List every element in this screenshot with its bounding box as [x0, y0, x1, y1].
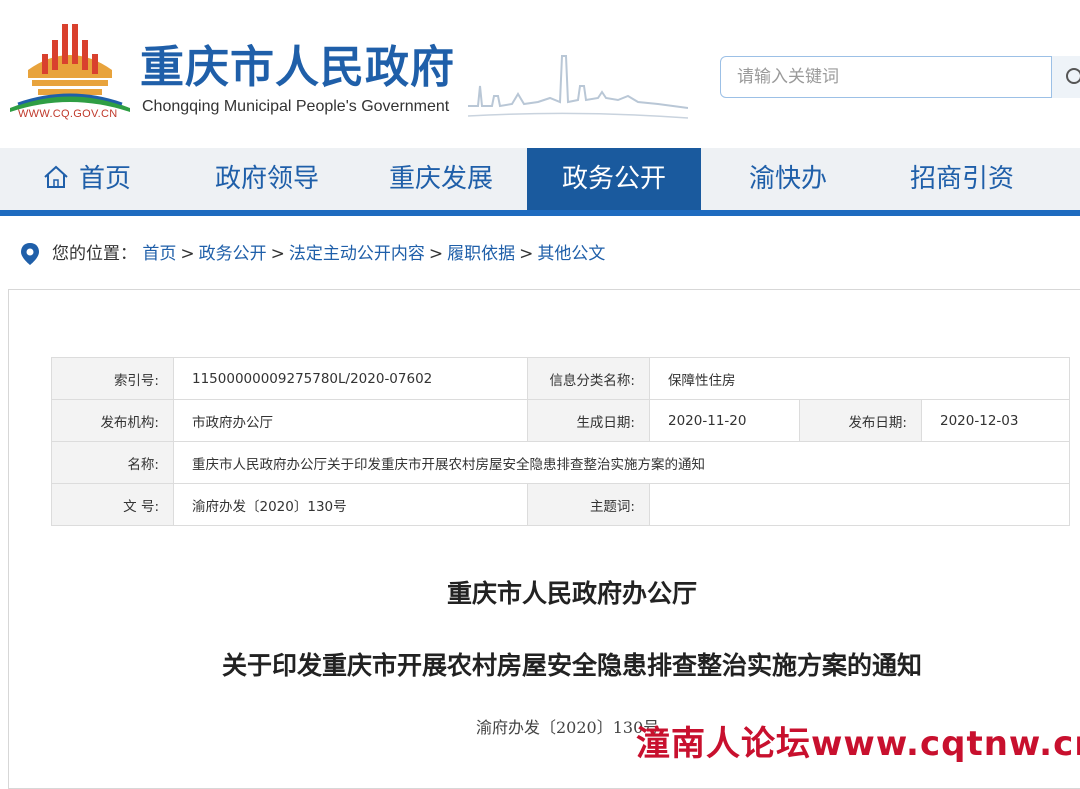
breadcrumb-prefix: 您的位置：: [52, 244, 137, 264]
meta-label-created: 生成日期:: [527, 399, 650, 442]
nav-item-investment[interactable]: 招商引资: [875, 148, 1049, 210]
breadcrumb-basis[interactable]: 履职依据: [447, 244, 515, 264]
breadcrumb-home[interactable]: 首页: [142, 244, 176, 264]
meta-value-index: 11500000009275780L/2020-07602: [173, 357, 528, 400]
document-title: 关于印发重庆市开展农村房屋安全隐患排查整治实施方案的通知: [221, 651, 922, 680]
nav-item-label: 首页: [78, 164, 131, 194]
forum-watermark: 潼南人论坛www.cqtnw.cn: [636, 724, 1080, 764]
breadcrumb-statutory-content[interactable]: 法定主动公开内容: [289, 244, 425, 264]
search-input[interactable]: [721, 57, 1051, 97]
meta-value-category: 保障性住房: [649, 357, 1070, 400]
nav-item-home[interactable]: 首页: [0, 148, 174, 210]
location-pin-icon: [21, 243, 39, 265]
meta-label-index: 索引号:: [51, 357, 174, 400]
main-nav: 首页 政府领导 重庆发展 政务公开 渝快办 招商引资: [0, 148, 1080, 210]
site-url: WWW.CQ.GOV.CN: [18, 108, 118, 120]
nav-item-development[interactable]: 重庆发展: [354, 148, 528, 210]
breadcrumb-government-affairs[interactable]: 政务公开: [199, 244, 267, 264]
document-meta-table: 索引号: 11500000009275780L/2020-07602 信息分类名…: [51, 357, 1070, 526]
nav-item-leaders[interactable]: 政府领导: [180, 148, 354, 210]
nav-item-government-affairs[interactable]: 政务公开: [527, 148, 701, 210]
city-skyline-icon: [468, 55, 688, 119]
meta-value-org: 市政府办公厅: [173, 399, 528, 442]
nav-underline: [0, 210, 1080, 216]
meta-label-name: 名称:: [51, 441, 174, 484]
meta-label-org: 发布机构:: [51, 399, 174, 442]
document-issuer: 重庆市人民政府办公厅: [446, 579, 697, 608]
meta-value-keywords: [649, 483, 1070, 526]
document-number: 渝府办发〔2020〕130号: [476, 718, 660, 737]
search-button[interactable]: [1051, 56, 1080, 98]
breadcrumb-other-documents[interactable]: 其他公文: [537, 244, 605, 264]
meta-label-published: 发布日期:: [799, 399, 922, 442]
nav-item-yukuaiban[interactable]: 渝快办: [701, 148, 875, 210]
site-header: WWW.CQ.GOV.CN 重庆市人民政府 Chongqing Municipa…: [0, 0, 1080, 148]
meta-value-name: 重庆市人民政府办公厅关于印发重庆市开展农村房屋安全隐患排查整治实施方案的通知: [173, 441, 1070, 484]
government-emblem-icon[interactable]: [8, 20, 133, 120]
search-box: [720, 56, 1080, 98]
meta-label-keywords: 主题词:: [527, 483, 650, 526]
home-icon: [44, 165, 68, 188]
meta-label-category: 信息分类名称:: [527, 357, 650, 400]
site-title[interactable]: 重庆市人民政府: [140, 38, 455, 98]
breadcrumb-separator: >: [180, 244, 195, 264]
breadcrumb-separator: >: [519, 244, 534, 264]
meta-value-published: 2020-12-03: [921, 399, 1070, 442]
meta-value-docno: 渝府办发〔2020〕130号: [173, 483, 528, 526]
meta-value-created: 2020-11-20: [649, 399, 800, 442]
breadcrumb-separator: >: [428, 244, 444, 264]
site-subtitle: Chongqing Municipal People's Government: [142, 98, 450, 115]
breadcrumb-separator: >: [270, 244, 285, 264]
meta-label-docno: 文 号:: [51, 483, 174, 526]
search-icon: [1066, 68, 1080, 84]
